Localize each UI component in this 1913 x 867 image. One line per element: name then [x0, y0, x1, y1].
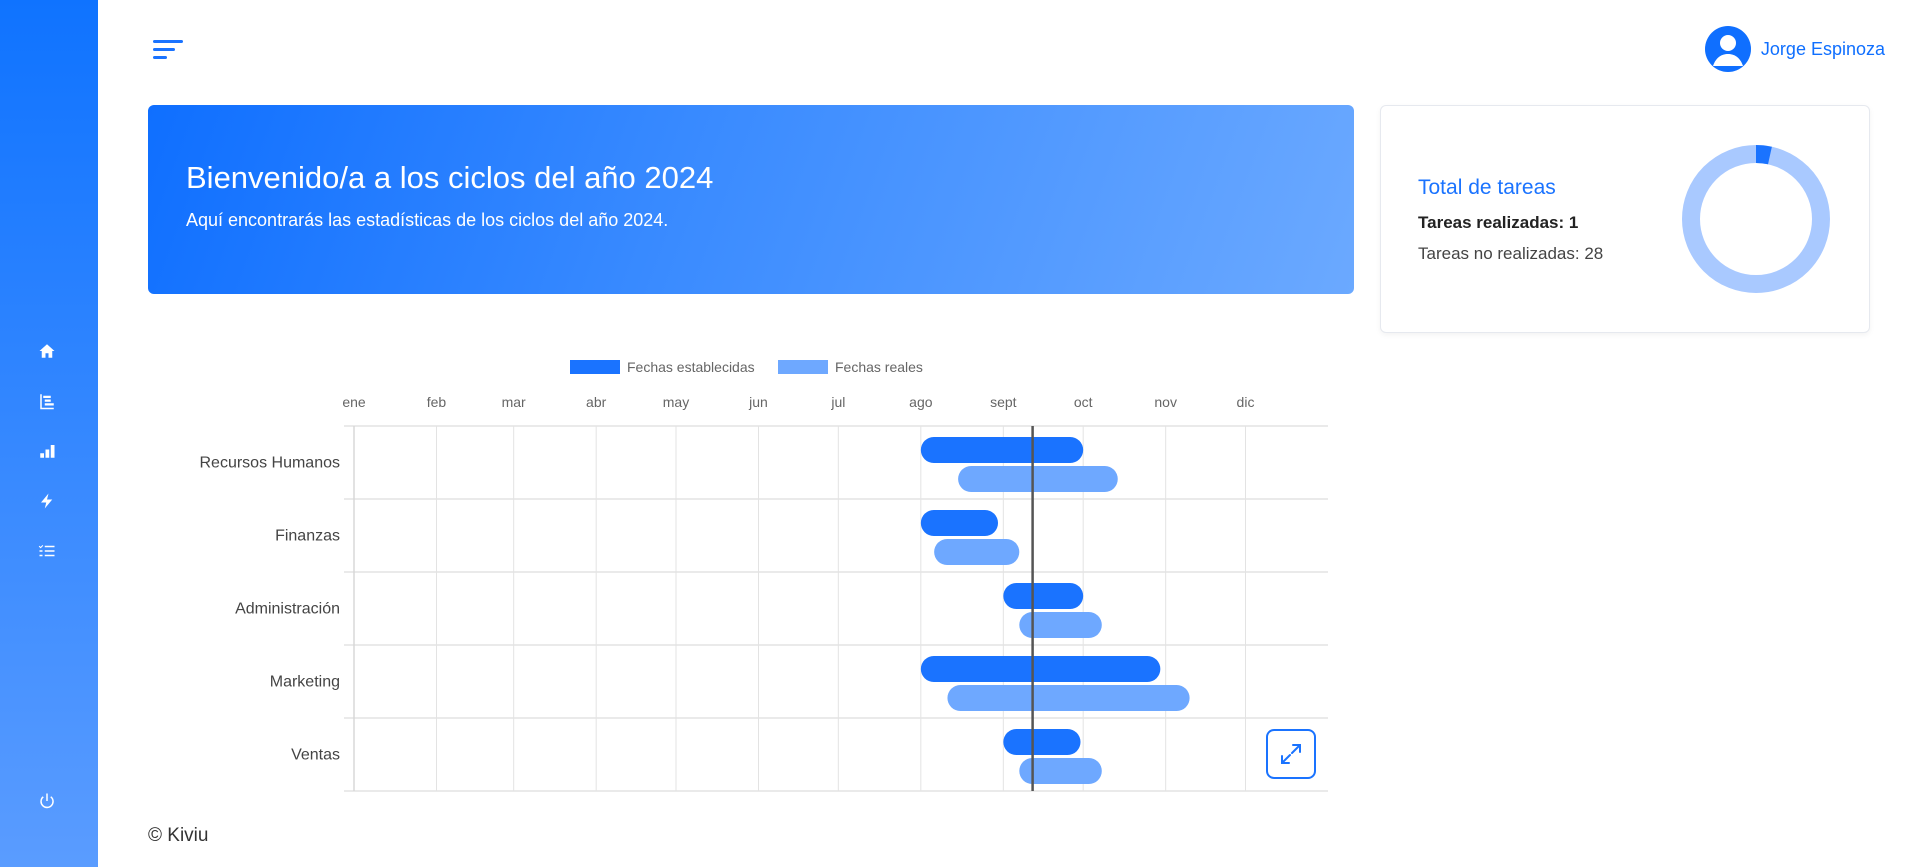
- bolt-icon[interactable]: [36, 490, 58, 512]
- month-tick-label: ago: [909, 394, 933, 410]
- gantt-chart: Fechas establecidas Fechas reales ene feb ma…: [148, 350, 1338, 800]
- gantt-bar: [934, 539, 1020, 565]
- month-tick-label: sept: [990, 394, 1017, 410]
- category-label: Administración: [235, 601, 340, 618]
- banner-title: Bienvenido/a a los ciclos del año 2024: [186, 160, 714, 195]
- donut-pending-slice: [1682, 145, 1830, 293]
- month-tick-label: mar: [502, 394, 526, 410]
- gantt-bar: [920, 437, 1084, 463]
- expand-icon: [1281, 744, 1301, 764]
- user-name: Jorge Espinoza: [1760, 38, 1885, 59]
- month-tick-label: dic: [1237, 394, 1255, 410]
- checklist-icon[interactable]: [36, 540, 58, 562]
- sidebar: [0, 0, 98, 867]
- tasks-donut-chart: [1682, 145, 1830, 293]
- gantt-bar: [1003, 729, 1081, 755]
- category-label: Marketing: [270, 674, 340, 691]
- avatar: [1704, 26, 1751, 72]
- expand-button[interactable]: [1266, 729, 1316, 779]
- bar-chart-icon[interactable]: [36, 440, 58, 462]
- gantt-bar: [947, 685, 1190, 711]
- month-tick-label: abr: [586, 394, 607, 410]
- category-label: Ventas: [291, 747, 340, 764]
- user-menu[interactable]: Jorge Espinoza: [1704, 26, 1885, 72]
- month-tick-label: feb: [427, 394, 447, 410]
- home-icon[interactable]: [36, 340, 58, 362]
- tasks-pending-label: Tareas no realizadas: 28: [1418, 244, 1604, 263]
- month-tick-label: oct: [1074, 394, 1093, 410]
- gantt-bar: [920, 510, 999, 536]
- gantt-bar: [920, 656, 1161, 682]
- welcome-banner: Bienvenido/a a los ciclos del año 2024 A…: [148, 105, 1354, 294]
- month-tick-label: nov: [1154, 394, 1177, 410]
- menu-toggle-icon[interactable]: [152, 38, 186, 62]
- footer-copyright: © Kiviu: [148, 825, 209, 846]
- month-tick-label: ene: [342, 394, 366, 410]
- legend-label: Fechas reales: [835, 359, 923, 375]
- tasks-done-label: Tareas realizadas: 1: [1418, 213, 1579, 232]
- gantt-bar: [1003, 583, 1084, 609]
- category-label: Recursos Humanos: [200, 455, 341, 472]
- tasks-card-title: Total de tareas: [1418, 176, 1556, 199]
- legend-label: Fechas establecidas: [627, 359, 755, 375]
- banner-subtitle: Aquí encontrarás las estadísticas de los…: [186, 210, 669, 230]
- category-label: Finanzas: [275, 528, 340, 545]
- hierarchy-icon[interactable]: [36, 390, 58, 412]
- month-tick-label: jun: [748, 394, 768, 410]
- legend-swatch: [778, 360, 828, 374]
- month-tick-label: jul: [830, 394, 845, 410]
- power-icon[interactable]: [36, 790, 58, 812]
- tasks-card: Total de tareas Tareas realizadas: 1 Tar…: [1380, 105, 1870, 333]
- gantt-bar: [958, 466, 1118, 492]
- legend-swatch: [570, 360, 620, 374]
- month-tick-label: may: [663, 394, 689, 410]
